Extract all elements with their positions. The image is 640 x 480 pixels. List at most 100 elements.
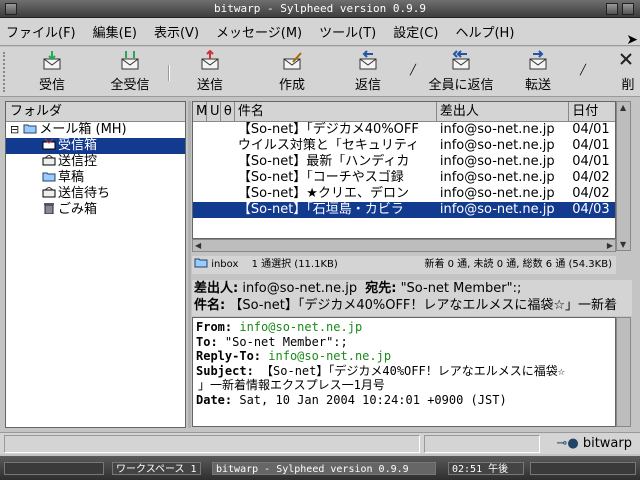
folder-column-header[interactable]: フォルダ	[6, 102, 185, 122]
message-from: info@so-net.ne.jp	[439, 186, 555, 201]
menu-message[interactable]: メッセージ(M)	[216, 22, 302, 41]
mouse-cursor-icon: ➤	[626, 32, 638, 48]
message-date: 04/02	[572, 186, 610, 201]
inbox-label: 受信箱	[58, 138, 98, 153]
column-date[interactable]: 日付	[569, 102, 615, 121]
menubar: ファイル(F) 編集(E) 表示(V) メッセージ(M) ツール(T) 設定(C…	[0, 18, 640, 46]
summary-from-value: info@so-net.ne.jp	[242, 281, 358, 296]
status-folder: inbox	[211, 259, 239, 270]
message-date: 04/02	[572, 170, 610, 185]
message-date: 04/01	[572, 154, 610, 169]
message-view[interactable]: From: info@so-net.ne.jp To: "So-net Memb…	[192, 317, 616, 427]
summary-subject-label: 件名:	[194, 298, 226, 313]
reply-to-label: Reply-To:	[196, 349, 262, 363]
message-row[interactable]: 【So-net】★クリエ、デロン info@so-net.ne.jp 04/02	[193, 186, 615, 202]
toolbar-separator	[168, 65, 170, 81]
message-date: 04/01	[572, 138, 610, 153]
inbox-icon	[42, 139, 56, 150]
reply-label: 返信	[354, 78, 381, 93]
taskbar-tray	[530, 462, 636, 475]
message-header-summary: 差出人: info@so-net.ne.jp 宛先: "So-net Membe…	[192, 280, 632, 316]
taskbar-task-sylpheed[interactable]: bitwarp - Sylpheed version 0.9.9	[212, 462, 436, 475]
folder-mailbox[interactable]: ⊟ メール箱 (MH)	[6, 122, 185, 138]
pane-splitter[interactable]	[188, 101, 191, 428]
toolbar: 受信 全受信 送信 作成 返信 ╱ 全員に返信 転送 ╱ 削	[0, 47, 640, 97]
forward-button[interactable]: 転送	[518, 50, 558, 94]
message-row[interactable]: 【So-net】「コーチやスゴ録 info@so-net.ne.jp 04/02	[193, 170, 615, 186]
column-attach[interactable]: θ	[221, 102, 235, 121]
delete-button[interactable]: 削	[616, 50, 640, 94]
folder-trash[interactable]: ごみ箱	[6, 202, 185, 218]
column-from[interactable]: 差出人	[437, 102, 570, 121]
online-plug-icon: ⊸●	[556, 436, 579, 451]
message-list-hscrollbar[interactable]: ◀ ▶	[192, 239, 616, 252]
compose-button[interactable]: 作成	[272, 50, 312, 94]
forward-dropdown-icon[interactable]: ╱	[580, 65, 586, 76]
message-row[interactable]: 【So-net】「デジカメ40%OFF info@so-net.ne.jp 04/0…	[193, 122, 615, 138]
taskbar-menu[interactable]	[4, 462, 104, 475]
to-label: To:	[196, 334, 218, 349]
folder-sent[interactable]: 送信控	[6, 154, 185, 170]
message-from: info@so-net.ne.jp	[439, 138, 555, 153]
folder-open-icon	[23, 124, 37, 134]
date-label: Date:	[196, 392, 233, 407]
receive-button[interactable]: 受信	[32, 50, 72, 94]
subject-label: Subject:	[196, 363, 254, 378]
scroll-up-icon[interactable]: ▲	[620, 103, 626, 112]
collapse-icon[interactable]: ⊟	[10, 123, 19, 136]
column-unread[interactable]: U	[207, 102, 221, 121]
scroll-left-icon[interactable]: ◀	[195, 241, 201, 250]
message-list-header: M U θ 件名 差出人 日付	[193, 102, 615, 122]
message-list[interactable]: M U θ 件名 差出人 日付 【So-net】「デジカメ40%OFF info@…	[192, 101, 616, 239]
menu-edit[interactable]: 編集(E)	[93, 22, 137, 41]
status-selection: 1 通選択 (11.1KB)	[251, 259, 338, 270]
scroll-right-icon[interactable]: ▶	[607, 241, 613, 250]
queue-icon	[42, 187, 56, 198]
status-progress-area	[424, 435, 540, 453]
trash-label: ごみ箱	[58, 202, 98, 217]
reply-icon	[359, 50, 377, 70]
workspace-switcher[interactable]: ワークスペース 1	[112, 462, 201, 475]
reply-to-link[interactable]: info@so-net.ne.jp	[268, 349, 391, 363]
menu-view[interactable]: 表示(V)	[154, 22, 199, 41]
window-menu-button[interactable]	[5, 3, 17, 15]
mailbox-label: メール箱 (MH)	[39, 122, 127, 137]
folder-queue[interactable]: 送信待ち	[6, 186, 185, 202]
summary-from-label: 差出人:	[194, 281, 239, 296]
folder-inbox[interactable]: 受信箱	[6, 138, 185, 154]
main-status-bar: ⊸● bitwarp	[0, 432, 640, 454]
minimize-button[interactable]	[606, 3, 618, 15]
column-subject[interactable]: 件名	[235, 102, 437, 121]
folder-tree[interactable]: フォルダ ⊟ メール箱 (MH) 受信箱 送信控 草稿 送信待ち ごみ箱	[5, 101, 186, 428]
menu-config[interactable]: 設定(C)	[393, 22, 438, 41]
reply-dropdown-icon[interactable]: ╱	[410, 65, 416, 76]
menu-tools[interactable]: ツール(T)	[319, 22, 376, 41]
column-mark[interactable]: M	[193, 102, 207, 121]
summary-to-label: 宛先:	[365, 281, 397, 296]
reply-button[interactable]: 返信	[348, 50, 388, 94]
window-titlebar[interactable]: bitwarp - Sylpheed version 0.9.9	[0, 0, 640, 18]
send-button[interactable]: 送信	[190, 50, 230, 94]
status-message-area	[4, 435, 420, 453]
receive-all-button[interactable]: 全受信	[102, 50, 158, 94]
menu-file[interactable]: ファイル(F)	[6, 22, 76, 41]
account-indicator[interactable]: ⊸● bitwarp	[556, 435, 632, 453]
message-row[interactable]: 【So-net】最新「ハンディカ info@so-net.ne.jp 04/01	[193, 154, 615, 170]
message-date: 04/03	[572, 202, 610, 217]
message-view-vscrollbar[interactable]	[616, 317, 631, 427]
reply-all-button[interactable]: 全員に返信	[424, 50, 498, 94]
subject-value-line1: 【So-net】「デジカメ40%OFF！レアなエルメスに福袋☆	[261, 363, 565, 378]
window-title: bitwarp - Sylpheed version 0.9.9	[214, 2, 426, 15]
toolbar-grip[interactable]	[3, 52, 9, 92]
menu-help[interactable]: ヘルプ(H)	[455, 22, 514, 41]
message-list-vscrollbar[interactable]: ▲ ▼	[616, 101, 631, 251]
message-row-selected[interactable]: 【So-net】「石垣島・カビラ info@so-net.ne.jp 04/03	[193, 202, 615, 218]
forward-icon	[529, 50, 547, 70]
from-link[interactable]: info@so-net.ne.jp	[239, 320, 362, 334]
desktop-taskbar: ワークスペース 1 bitwarp - Sylpheed version 0.9…	[0, 456, 640, 480]
scroll-down-icon[interactable]: ▼	[620, 240, 626, 249]
delete-icon	[620, 53, 632, 65]
message-row[interactable]: ウイルス対策と「セキュリティ info@so-net.ne.jp 04/01	[193, 138, 615, 154]
folder-drafts[interactable]: 草稿	[6, 170, 185, 186]
maximize-button[interactable]	[622, 3, 634, 15]
